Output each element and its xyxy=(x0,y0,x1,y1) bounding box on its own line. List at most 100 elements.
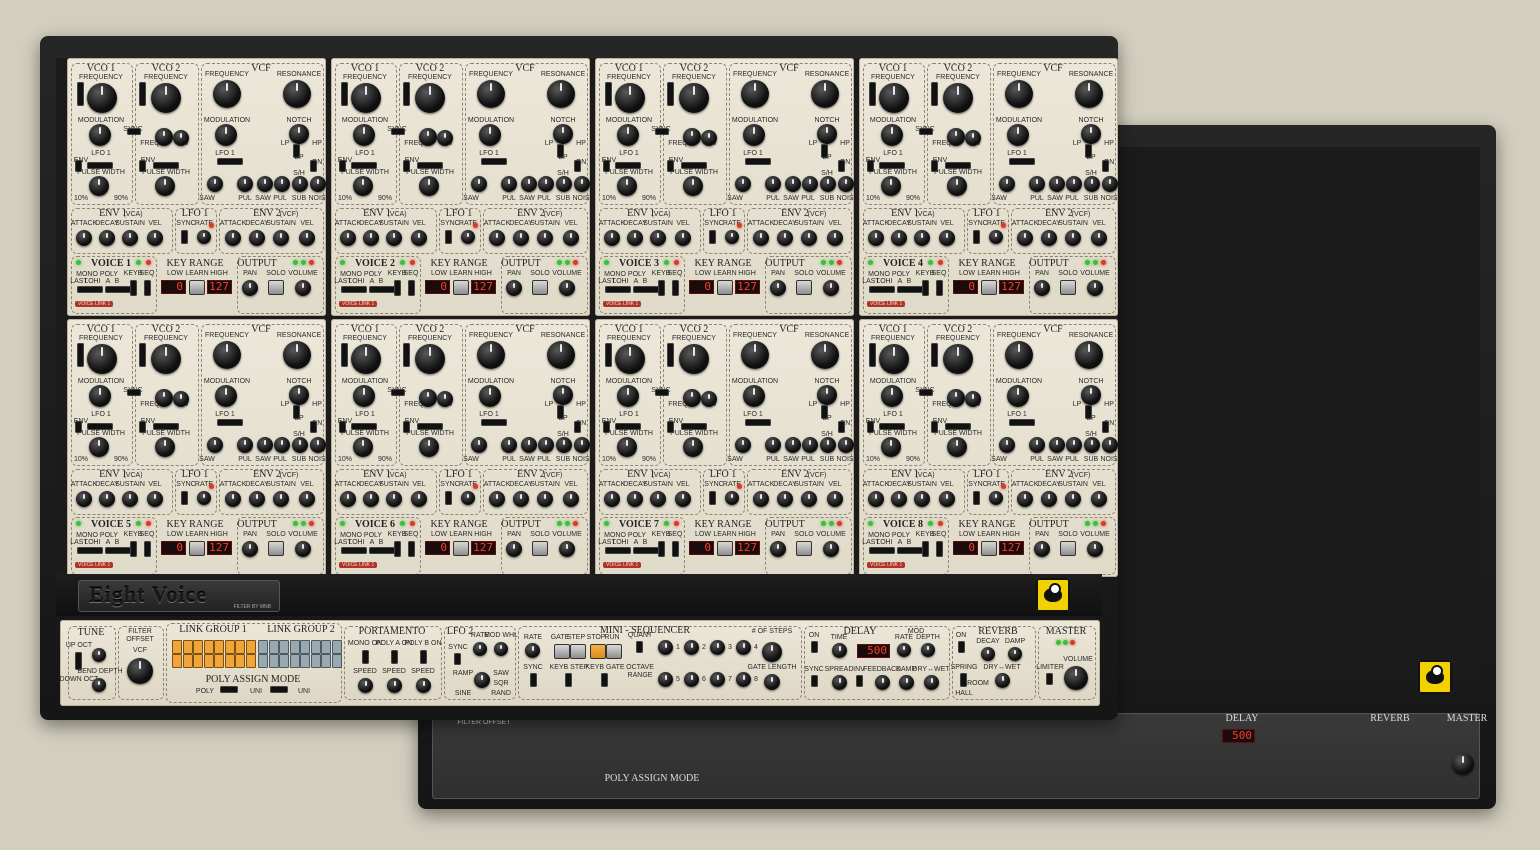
voice-1-env2-vel-knob[interactable] xyxy=(299,230,315,246)
voice-8-vco1-pulse-width-knob[interactable] xyxy=(881,437,901,457)
voice-8-vco1-mix-saw-knob[interactable] xyxy=(999,437,1015,453)
voice-6-env2-decay-knob[interactable] xyxy=(513,491,529,507)
voice-3-vcf-notch-knob[interactable] xyxy=(817,124,837,144)
voice-3-solo-button[interactable] xyxy=(796,280,812,295)
voice-7-vco1-lfo-env-switch[interactable] xyxy=(603,421,610,433)
voice-1-vcf-resonance-knob[interactable] xyxy=(283,80,311,108)
voice-7-vcf-notch-on-switch[interactable] xyxy=(838,421,845,433)
voice-6-vco2-range-switch[interactable] xyxy=(403,343,410,367)
voice-6-vco2-mod-pw-knob[interactable] xyxy=(437,391,453,407)
voice-7-lfo1-sync-switch[interactable] xyxy=(709,491,716,505)
voice-1-sub-osc-knob[interactable] xyxy=(292,176,308,192)
voice-7-env2-sustain-knob[interactable] xyxy=(801,491,817,507)
voice-3-voice-keyb-switch[interactable] xyxy=(658,280,665,296)
link-group-1-slot-12[interactable] xyxy=(203,654,214,668)
link-group-1-slot-11[interactable] xyxy=(193,654,203,668)
delay-on-switch[interactable] xyxy=(811,641,818,653)
link-group-1-slot-7[interactable] xyxy=(235,640,245,654)
voice-5-env2-decay-knob[interactable] xyxy=(249,491,265,507)
tune-knob[interactable] xyxy=(92,648,106,662)
link-group-2-slot-10[interactable] xyxy=(268,654,279,668)
voice-4-voice-keyb-switch[interactable] xyxy=(922,280,929,296)
voice-3-vco-sync-switch[interactable] xyxy=(655,128,669,135)
pam-switch-2[interactable] xyxy=(270,686,288,693)
voice-5-vco1-mix-saw-knob[interactable] xyxy=(207,437,223,453)
voice-5-key-high-display[interactable]: 127 xyxy=(207,541,232,555)
voice-6-env1-vel-knob[interactable] xyxy=(411,491,427,507)
voice-4-env2-decay-knob[interactable] xyxy=(1041,230,1057,246)
voice-6-vco1-pwm-source-switch[interactable] xyxy=(351,423,377,430)
voice-5-vco2-mod-pw-knob[interactable] xyxy=(173,391,189,407)
voice-8-env2-decay-knob[interactable] xyxy=(1041,491,1057,507)
link-group-2-slot-5[interactable] xyxy=(300,640,310,654)
voice-5-noise-knob[interactable] xyxy=(310,437,326,453)
voice-4-vco2-pulse-width-knob[interactable] xyxy=(947,176,967,196)
voice-2-env1-attack-knob[interactable] xyxy=(340,230,356,246)
link-group-1-slot-5[interactable] xyxy=(214,640,224,654)
voice-6-vcf-frequency-knob[interactable] xyxy=(477,341,505,369)
voice-1-vco1-pwm-source-switch[interactable] xyxy=(87,162,113,169)
voice-8-vco1-pwm-source-switch[interactable] xyxy=(879,423,905,430)
voice-4-key-high-display[interactable]: 127 xyxy=(999,280,1024,294)
link-group-2-slot-15[interactable] xyxy=(321,654,331,668)
voice-1-vco1-frequency-knob[interactable] xyxy=(87,83,117,113)
voice-4-vcf-mode-switch[interactable] xyxy=(1085,144,1092,158)
voice-5-vco1-frequency-knob[interactable] xyxy=(87,344,117,374)
voice-2-vco2-mod-freq-knob[interactable] xyxy=(419,128,437,146)
voice-1-vcf-mod-source-switch[interactable] xyxy=(217,158,243,165)
voice-6-lfo1-sync-switch[interactable] xyxy=(445,491,452,505)
voice-8-vcf-modulation-knob[interactable] xyxy=(1007,385,1029,407)
voice-7-output-volume-knob[interactable] xyxy=(823,541,839,557)
voice-1-env1-sustain-knob[interactable] xyxy=(122,230,138,246)
voice-4-env2-vel-knob[interactable] xyxy=(1091,230,1107,246)
voice-4-vco1-modulation-knob[interactable] xyxy=(881,124,903,146)
voice-1-vco1-lfo-env-switch[interactable] xyxy=(75,160,82,172)
voice-8-env1-vel-knob[interactable] xyxy=(939,491,955,507)
voice-7-vco2-mix-saw-knob[interactable] xyxy=(785,437,801,453)
voice-6-learn-button[interactable] xyxy=(453,541,469,556)
voice-1-noise-knob[interactable] xyxy=(310,176,326,192)
link-group-2-slot-11[interactable] xyxy=(279,654,289,668)
voice-1-env1-attack-knob[interactable] xyxy=(76,230,92,246)
voice-7-env1-sustain-knob[interactable] xyxy=(650,491,666,507)
voice-8-env2-vel-knob[interactable] xyxy=(1091,491,1107,507)
voice-8-voice-keyb-switch[interactable] xyxy=(922,541,929,557)
portamento-poly-a-speed-knob[interactable] xyxy=(387,678,402,693)
voice-2-env1-vel-knob[interactable] xyxy=(411,230,427,246)
voice-4-vco2-lfo-env-switch[interactable] xyxy=(931,160,938,172)
voice-3-lfo1-sync-switch[interactable] xyxy=(709,230,716,244)
voice-6-lfo1-rate-knob[interactable] xyxy=(461,491,475,505)
voice-4-key-low-display[interactable]: 0 xyxy=(953,280,978,294)
voice-8-vcf-mode-switch[interactable] xyxy=(1085,405,1092,419)
voice-1-vco2-range-switch[interactable] xyxy=(139,82,146,106)
voice-7-vcf-frequency-knob[interactable] xyxy=(741,341,769,369)
seq-gate-button[interactable] xyxy=(554,644,570,659)
voice-3-output-volume-knob[interactable] xyxy=(823,280,839,296)
voice-4-env1-vel-knob[interactable] xyxy=(939,230,955,246)
voice-3-vco1-modulation-knob[interactable] xyxy=(617,124,639,146)
voice-4-vco2-mix-pul-knob[interactable] xyxy=(1066,176,1082,192)
link-group-1-slot-8[interactable] xyxy=(245,640,256,654)
voice-2-vcf-notch-knob[interactable] xyxy=(553,124,573,144)
voice-3-env1-decay-knob[interactable] xyxy=(627,230,643,246)
voice-5-vco-sync-switch[interactable] xyxy=(127,389,141,396)
voice-3-vco2-lfo-env-switch[interactable] xyxy=(667,160,674,172)
voice-8-voice-mono-poly-switch[interactable] xyxy=(869,547,895,554)
voice-2-vco2-range-switch[interactable] xyxy=(403,82,410,106)
voice-8-voice-seq-switch[interactable] xyxy=(936,541,943,557)
voice-8-vco2-range-switch[interactable] xyxy=(931,343,938,367)
voice-5-env2-sustain-knob[interactable] xyxy=(273,491,289,507)
voice-6-env1-decay-knob[interactable] xyxy=(363,491,379,507)
voice-3-noise-knob[interactable] xyxy=(838,176,854,192)
link-group-1-slot-10[interactable] xyxy=(182,654,193,668)
voice-7-env1-attack-knob[interactable] xyxy=(604,491,620,507)
link-group-1-slot-1[interactable] xyxy=(172,640,182,654)
voice-6-vco2-frequency-knob[interactable] xyxy=(415,344,445,374)
voice-2-env2-attack-knob[interactable] xyxy=(489,230,505,246)
voice-6-vco1-lfo-env-switch[interactable] xyxy=(339,421,346,433)
link-group-1-slot-6[interactable] xyxy=(224,640,235,654)
voice-8-vco2-mix-pul-knob[interactable] xyxy=(1066,437,1082,453)
voice-7-vco1-pulse-width-knob[interactable] xyxy=(617,437,637,457)
voice-7-vcf-modulation-knob[interactable] xyxy=(743,385,765,407)
voice-3-env2-decay-knob[interactable] xyxy=(777,230,793,246)
